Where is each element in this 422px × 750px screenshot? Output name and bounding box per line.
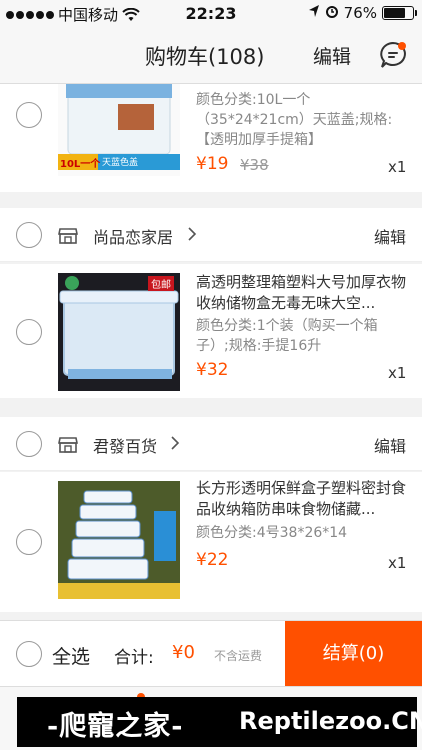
item-quantity: x1 [388, 554, 407, 572]
item-select-radio[interactable] [16, 102, 42, 128]
edit-button[interactable]: 编辑 [313, 42, 351, 69]
thumb-banner-label: 10L一个 [60, 159, 101, 170]
total-amount: ¥0 [172, 642, 195, 663]
shop-select-radio[interactable] [16, 222, 42, 248]
item-price: ¥22 [196, 550, 229, 570]
item-title[interactable]: 高透明整理箱塑料大号加厚衣物收纳储物盒无毒无味大空... [196, 272, 410, 314]
shipping-note: 不含运费 [214, 649, 263, 663]
shop-name[interactable]: 君發百货 [93, 433, 157, 457]
battery-fill [384, 8, 405, 18]
shop-header: 君發百货 编辑 [0, 417, 422, 471]
item-spec: 颜色分类:1个装（购买一个箱子）;规格:手提16升 [196, 318, 378, 354]
product-thumbnail[interactable]: 10L一个 天蓝色盖 [58, 84, 180, 176]
thumb-badge: 包邮 [148, 276, 174, 291]
shop-header: 尚品恋家居 编辑 [0, 208, 422, 262]
item-spec: 颜色分类:10L一个（35*24*21cm）天蓝盖;规格:【透明加厚手提箱】 [196, 92, 393, 148]
cart-item: 长方形透明保鲜盒子塑料密封食品收纳箱防串味食物储藏... 颜色分类:4号38*2… [0, 472, 422, 612]
item-price: ¥32 [196, 360, 229, 380]
chevron-right-icon[interactable] [187, 226, 197, 242]
alarm-clock-icon [325, 4, 339, 22]
watermark-cn: -爬寵之家- [47, 711, 184, 742]
product-thumbnail[interactable]: 包邮 [58, 273, 180, 391]
thumb-banner-label-2: 天蓝色盖 [102, 158, 139, 168]
item-price: ¥19 [196, 154, 229, 174]
store-icon [57, 433, 79, 455]
item-spec: 颜色分类:4号38*26*14 [196, 525, 348, 541]
message-bubble-icon[interactable] [378, 40, 408, 70]
nav-bar: 购物车(108) 编辑 [0, 28, 422, 84]
location-arrow-icon [308, 4, 320, 22]
shop-select-radio[interactable] [16, 431, 42, 457]
checkout-bar: 全选 合计: ¥0 不含运费 结算(0) [0, 620, 422, 687]
checkout-button[interactable]: 结算(0) [285, 621, 422, 687]
watermark-en: Reptilezoo.CN [239, 707, 422, 735]
select-all-label[interactable]: 全选 [52, 642, 90, 669]
status-bar: 中国移动 22:23 76% [0, 0, 422, 28]
total-label: 合计: [114, 648, 154, 668]
store-icon [57, 224, 79, 246]
item-select-radio[interactable] [16, 319, 42, 345]
item-quantity: x1 [388, 158, 407, 176]
item-quantity: x1 [388, 364, 407, 382]
battery-percent: 76% [343, 4, 377, 22]
page-title: 购物车(108) [145, 45, 265, 69]
shop-edit-button[interactable]: 编辑 [374, 433, 406, 457]
item-select-radio[interactable] [16, 529, 42, 555]
chevron-right-icon[interactable] [170, 435, 180, 451]
watermark-banner: -爬寵之家- Reptilezoo.CN [17, 697, 422, 747]
cart-list: 10L一个 天蓝色盖 颜色分类:10L一个（35*24*21cm）天蓝盖;规格:… [0, 84, 422, 620]
shop-edit-button[interactable]: 编辑 [374, 224, 406, 248]
item-title[interactable]: 长方形透明保鲜盒子塑料密封食品收纳箱防串味食物储藏... [196, 478, 410, 520]
item-old-price: ¥38 [240, 156, 269, 174]
battery-icon [382, 6, 417, 20]
shop-name[interactable]: 尚品恋家居 [93, 224, 173, 248]
cart-item: 10L一个 天蓝色盖 颜色分类:10L一个（35*24*21cm）天蓝盖;规格:… [0, 84, 422, 192]
status-right: 76% [308, 4, 417, 22]
select-all-radio[interactable] [16, 641, 42, 667]
cart-item: 包邮 高透明整理箱塑料大号加厚衣物收纳储物盒无毒无味大空... 颜色分类:1个装… [0, 264, 422, 398]
product-thumbnail[interactable] [58, 481, 180, 599]
